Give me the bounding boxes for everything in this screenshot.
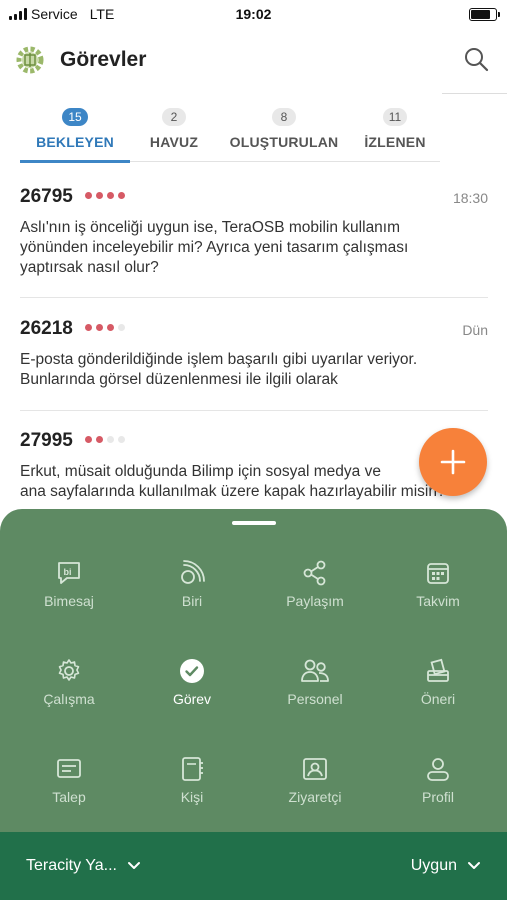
menu-item-label: Kişi <box>180 789 204 805</box>
check-circle-icon <box>180 659 204 683</box>
task-description-line: ana sayfalarında kullanılmak üzere kapak… <box>20 483 446 500</box>
menu-item-label: Ziyaretçi <box>288 789 342 805</box>
sheet-drag-handle[interactable] <box>232 521 276 525</box>
chevron-down-icon <box>128 862 140 869</box>
menu-item-bimesaj[interactable]: bi Bimesaj <box>14 559 124 609</box>
app-menu-sheet: bi Bimesaj Biri Paylaşım Takvim Çalışma … <box>0 509 507 832</box>
task-description: Aslı'nın iş önceliği uygun ise, TeraOSB … <box>20 218 488 278</box>
bimesaj-icon: bi <box>58 562 80 584</box>
list-divider <box>20 410 488 411</box>
task-description-line: Erkut, müsait olduğunda Bilimp için sosy… <box>20 463 381 480</box>
people-icon <box>301 659 329 682</box>
menu-item-gorev[interactable]: Görev <box>137 657 247 707</box>
task-description-line: yaptırsak nasıl olur? <box>20 259 159 276</box>
list-divider <box>20 297 488 298</box>
availability-selector[interactable]: Uygun <box>411 857 481 875</box>
share-icon <box>303 560 326 586</box>
company-selector[interactable]: Teracity Ya... <box>26 857 141 875</box>
task-description-line: E-posta gönderildiğinde işlem başarılı g… <box>20 351 418 368</box>
task-description-line: yönünden inceleyebilir mi? Ayrıca yeni t… <box>20 239 409 256</box>
header-divider <box>442 93 507 94</box>
tab-count-badge: 15 <box>62 108 88 126</box>
menu-item-ziyaretci[interactable]: Ziyaretçi <box>260 755 370 805</box>
priority-indicator <box>85 192 126 200</box>
plus-icon <box>440 449 466 475</box>
task-description-line: Aslı'nın iş önceliği uygun ise, TeraOSB … <box>20 219 401 236</box>
tab-count-badge: 8 <box>272 108 296 126</box>
menu-item-takvim[interactable]: Takvim <box>383 559 493 609</box>
contact-book-icon <box>182 757 203 781</box>
tab-count-badge: 11 <box>382 108 408 126</box>
tab-label: OLUŞTURULAN <box>229 134 339 150</box>
svg-text:bi: bi <box>64 567 72 577</box>
task-description-line: Bunlarında görsel düzenlenmesi ile ilgil… <box>20 371 338 388</box>
menu-item-label: Öneri <box>420 691 456 707</box>
availability-status: Uygun <box>410 857 457 874</box>
gear-icon <box>58 659 80 681</box>
menu-item-label: Paylaşım <box>286 593 344 609</box>
app-logo-icon <box>16 46 44 74</box>
menu-item-label: Profil <box>422 789 454 805</box>
task-item[interactable]: 27995 Erkut, müsait olduğunda Bilimp içi… <box>20 430 488 502</box>
task-id: 27995 <box>20 430 73 451</box>
menu-item-label: Bimesaj <box>44 593 94 609</box>
task-item[interactable]: 26218 Dün E-posta gönderildiğinde işlem … <box>20 318 488 411</box>
tab-bekleyen[interactable]: 15 BEKLEYEN <box>20 104 130 163</box>
menu-item-label: Biri <box>181 593 203 609</box>
page-title: Görevler <box>60 48 147 71</box>
tab-label: HAVUZ <box>149 134 199 150</box>
menu-item-biri[interactable]: Biri <box>137 559 247 609</box>
tab-olusturulan[interactable]: 8 OLUŞTURULAN <box>218 104 350 162</box>
status-bar: Service LTE 19:02 <box>0 0 507 28</box>
menu-item-calisma[interactable]: Çalışma <box>14 657 124 707</box>
task-id: 26795 <box>20 186 73 207</box>
request-icon <box>57 759 81 778</box>
calendar-icon <box>427 563 449 584</box>
menu-item-label: Talep <box>52 789 86 805</box>
biri-icon <box>181 560 205 584</box>
chevron-down-icon <box>468 862 480 869</box>
menu-item-label: Takvim <box>416 593 460 609</box>
company-name: Teracity Ya... <box>26 857 117 874</box>
menu-item-paylasim[interactable]: Paylaşım <box>260 559 370 609</box>
task-description: Erkut, müsait olduğunda Bilimp için sosy… <box>20 462 488 502</box>
menu-item-profil[interactable]: Profil <box>383 755 493 805</box>
menu-item-personel[interactable]: Personel <box>260 657 370 707</box>
ballot-box-icon <box>427 658 449 682</box>
tab-count-badge: 2 <box>162 108 186 126</box>
menu-item-kisi[interactable]: Kişi <box>137 755 247 805</box>
task-item[interactable]: 26795 18:30 Aslı'nın iş önceliği uygun i… <box>20 186 488 298</box>
menu-item-label: Personel <box>287 691 343 707</box>
profile-icon <box>427 758 449 781</box>
clock: 19:02 <box>235 6 272 22</box>
app-header: Görevler <box>0 40 507 90</box>
task-id: 26218 <box>20 318 73 339</box>
menu-item-oneri[interactable]: Öneri <box>383 657 493 707</box>
priority-indicator <box>85 324 126 332</box>
task-description: E-posta gönderildiğinde işlem başarılı g… <box>20 350 488 390</box>
add-task-button[interactable] <box>419 428 487 496</box>
priority-indicator <box>85 436 126 444</box>
search-icon[interactable] <box>463 46 489 72</box>
tab-havuz[interactable]: 2 HAVUZ <box>130 104 218 162</box>
tab-label: İZLENEN <box>364 134 426 150</box>
task-time: Dün <box>462 322 488 338</box>
menu-item-label: Görev <box>172 691 212 707</box>
task-tabs: 15 BEKLEYEN 2 HAVUZ 8 OLUŞTURULAN 11 İZL… <box>20 104 440 163</box>
task-time: 18:30 <box>452 190 488 206</box>
footer-bar: Teracity Ya... Uygun <box>0 832 507 900</box>
menu-item-label: Çalışma <box>43 691 95 707</box>
visitor-card-icon <box>303 758 327 780</box>
tab-label: BEKLEYEN <box>36 134 114 150</box>
battery-icon <box>469 8 500 21</box>
menu-item-talep[interactable]: Talep <box>14 755 124 805</box>
tab-izlenen[interactable]: 11 İZLENEN <box>350 104 440 162</box>
